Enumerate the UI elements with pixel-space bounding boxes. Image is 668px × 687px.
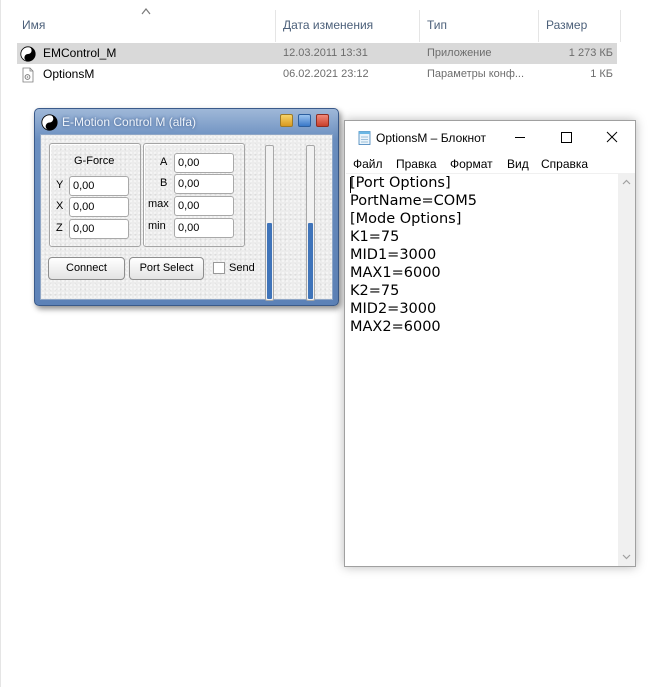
menu-file[interactable]: Файл xyxy=(353,157,383,171)
parameters-group: A 0,00 B 0,00 max 0,00 min 0,00 xyxy=(143,143,245,247)
b-param-label: B xyxy=(160,177,168,189)
slider-left[interactable] xyxy=(265,145,274,301)
file-size: 1 КБ xyxy=(590,68,613,80)
file-explorer: Имя Дата изменения Тип Размер EMControl_… xyxy=(0,0,668,100)
text-line: MID1=3000 xyxy=(350,247,437,263)
file-row-optionsm[interactable]: OptionsM 06.02.2021 23:12 Параметры конф… xyxy=(17,64,617,85)
column-date[interactable]: Дата изменения xyxy=(283,18,373,32)
window-left-border xyxy=(0,0,1,687)
menu-help[interactable]: Справка xyxy=(541,157,588,171)
b-value-field[interactable]: 0,00 xyxy=(174,174,234,194)
sort-ascending-icon[interactable] xyxy=(141,7,151,15)
column-header-bar: Имя Дата изменения Тип Размер xyxy=(0,0,668,44)
text-line: MAX2=6000 xyxy=(350,319,441,335)
menu-format[interactable]: Формат xyxy=(450,157,493,171)
file-type: Параметры конф... xyxy=(427,68,525,80)
file-name[interactable]: OptionsM xyxy=(43,67,94,81)
minimize-icon[interactable] xyxy=(497,121,543,153)
connect-button[interactable]: Connect xyxy=(48,257,125,280)
x-value-field[interactable]: 0,00 xyxy=(69,197,129,217)
file-date: 06.02.2021 23:12 xyxy=(283,68,369,80)
min-param-label: min xyxy=(148,220,166,232)
scroll-up-arrow-icon[interactable] xyxy=(622,179,631,185)
max-value-field[interactable]: 0,00 xyxy=(174,196,234,216)
yin-yang-app-icon xyxy=(20,46,36,62)
column-separator[interactable] xyxy=(620,10,621,42)
text-line: PortName=COM5 xyxy=(350,193,477,209)
text-line: MID2=3000 xyxy=(350,301,437,317)
file-row-emcontrol[interactable]: EMControl_M 12.03.2011 13:31 Приложение … xyxy=(17,43,617,64)
slider-right[interactable] xyxy=(306,145,315,301)
x-axis-label: X xyxy=(56,200,64,212)
column-separator[interactable] xyxy=(275,10,276,42)
slider-left-level xyxy=(267,223,272,299)
vertical-scrollbar[interactable] xyxy=(618,173,635,566)
gforce-group: G-Force Y 0,00 X 0,00 Z 0,00 xyxy=(49,143,141,247)
notepad-text-area[interactable]: [Port Options] PortName=COM5 [Mode Optio… xyxy=(346,173,619,566)
column-separator[interactable] xyxy=(419,10,420,42)
column-type[interactable]: Тип xyxy=(427,18,447,32)
emotion-control-window: E-Motion Control M (alfa) G-Force Y 0,00… xyxy=(34,108,339,306)
column-separator[interactable] xyxy=(538,10,539,42)
yin-yang-logo-icon xyxy=(41,114,58,131)
emotion-window-title: E-Motion Control M (alfa) xyxy=(62,115,197,129)
z-value-field[interactable]: 0,00 xyxy=(69,219,129,239)
file-name[interactable]: EMControl_M xyxy=(43,46,116,60)
slider-right-level xyxy=(308,223,313,299)
menu-view[interactable]: Вид xyxy=(507,157,529,171)
y-value-field[interactable]: 0,00 xyxy=(69,176,129,196)
port-select-button[interactable]: Port Select xyxy=(129,257,204,280)
a-param-label: A xyxy=(160,156,168,168)
notepad-menu-bar: Файл Правка Формат Вид Справка xyxy=(345,155,635,173)
maximize-icon[interactable] xyxy=(298,114,311,127)
min-value-field[interactable]: 0,00 xyxy=(174,218,234,238)
scroll-down-arrow-icon[interactable] xyxy=(622,554,631,560)
emotion-title-bar[interactable]: E-Motion Control M (alfa) xyxy=(35,109,338,133)
minimize-icon[interactable] xyxy=(280,114,293,127)
max-param-label: max xyxy=(148,198,169,210)
close-icon[interactable] xyxy=(316,114,329,127)
text-line: [Mode Options] xyxy=(350,211,462,227)
z-axis-label: Z xyxy=(56,222,63,234)
column-name[interactable]: Имя xyxy=(22,18,45,32)
file-date: 12.03.2011 13:31 xyxy=(283,47,368,59)
text-line: MAX1=6000 xyxy=(350,265,441,281)
gforce-label: G-Force xyxy=(74,155,115,167)
text-line: K1=75 xyxy=(350,229,400,245)
emotion-client-area: G-Force Y 0,00 X 0,00 Z 0,00 A 0,00 B 0,… xyxy=(40,134,333,301)
send-checkbox[interactable] xyxy=(213,262,225,274)
maximize-icon[interactable] xyxy=(543,121,589,153)
file-type: Приложение xyxy=(427,47,492,59)
a-value-field[interactable]: 0,00 xyxy=(174,153,234,173)
column-size[interactable]: Размер xyxy=(546,18,587,32)
notepad-window: OptionsM – Блокнот Файл Правка Формат Ви… xyxy=(344,120,636,567)
close-icon[interactable] xyxy=(589,121,635,153)
file-size: 1 273 КБ xyxy=(568,47,613,59)
send-label: Send xyxy=(229,262,255,274)
text-line: [Port Options] xyxy=(350,175,451,191)
notepad-icon xyxy=(358,131,371,145)
config-file-icon xyxy=(22,67,34,83)
y-axis-label: Y xyxy=(56,179,64,191)
text-line: K2=75 xyxy=(350,283,400,299)
notepad-window-title: OptionsM – Блокнот xyxy=(376,131,487,145)
menu-edit[interactable]: Правка xyxy=(396,157,437,171)
